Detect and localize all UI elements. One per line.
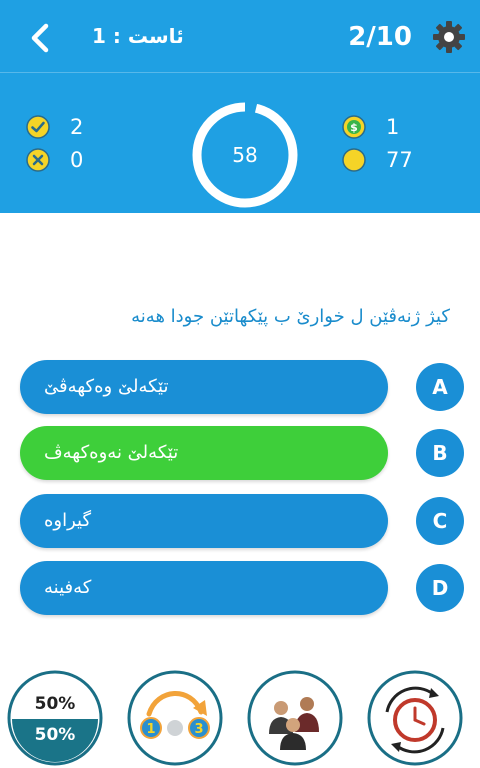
- top-bar: ئاست : 1 2/10: [0, 0, 480, 72]
- points-count: 77: [386, 148, 413, 172]
- fifty-top-label: 50%: [35, 694, 76, 714]
- answer-option-c[interactable]: گیراوە: [20, 494, 388, 548]
- stats-panel: 2 0 58 $ 1 77: [0, 72, 480, 213]
- correct-count: 2: [70, 115, 84, 139]
- points-stat: 77: [342, 148, 413, 172]
- coin-icon: [342, 148, 366, 172]
- coins-count: 1: [386, 115, 400, 139]
- chevron-left-icon: [31, 23, 49, 53]
- answer-option-b[interactable]: تێکەلێ نەوەکهەڤ: [20, 426, 388, 480]
- wrong-count: 0: [70, 148, 84, 172]
- option-letter-c[interactable]: C: [416, 497, 464, 545]
- dollar-coin-icon: $: [342, 115, 366, 139]
- settings-button[interactable]: [430, 18, 468, 56]
- fifty-bottom-label: 50%: [35, 725, 76, 745]
- answer-option-a[interactable]: تێکەلێ وەکهەڤێ: [20, 360, 388, 414]
- cross-icon: [26, 148, 50, 172]
- option-letter-b[interactable]: B: [416, 429, 464, 477]
- extra-time-button[interactable]: [367, 670, 463, 766]
- correct-answers-stat: 2: [26, 115, 83, 139]
- option-letter-a[interactable]: A: [416, 363, 464, 411]
- gear-icon: [433, 21, 465, 53]
- coins-stat: $ 1: [342, 115, 399, 139]
- wrong-answers-stat: 0: [26, 148, 83, 172]
- fifty-fifty-button[interactable]: 50% 50%: [7, 670, 103, 766]
- question-text: کیژ ژنەڤێن ل خوارێ ب پێکهاتێن جودا هەنە: [131, 306, 450, 327]
- ask-audience-button[interactable]: [247, 670, 343, 766]
- answer-option-d[interactable]: کەفینە: [20, 561, 388, 615]
- skip-question-button[interactable]: 1 3: [127, 670, 223, 766]
- level-label: ئاست : 1: [92, 24, 184, 48]
- option-letter-d[interactable]: D: [416, 564, 464, 612]
- check-icon: [26, 115, 50, 139]
- back-button[interactable]: [22, 18, 62, 58]
- svg-text:$: $: [350, 121, 358, 134]
- timer-value: 58: [232, 143, 258, 167]
- question-progress: 2/10: [348, 22, 412, 52]
- skip-right-number: 3: [194, 722, 203, 737]
- skip-left-number: 1: [146, 722, 155, 737]
